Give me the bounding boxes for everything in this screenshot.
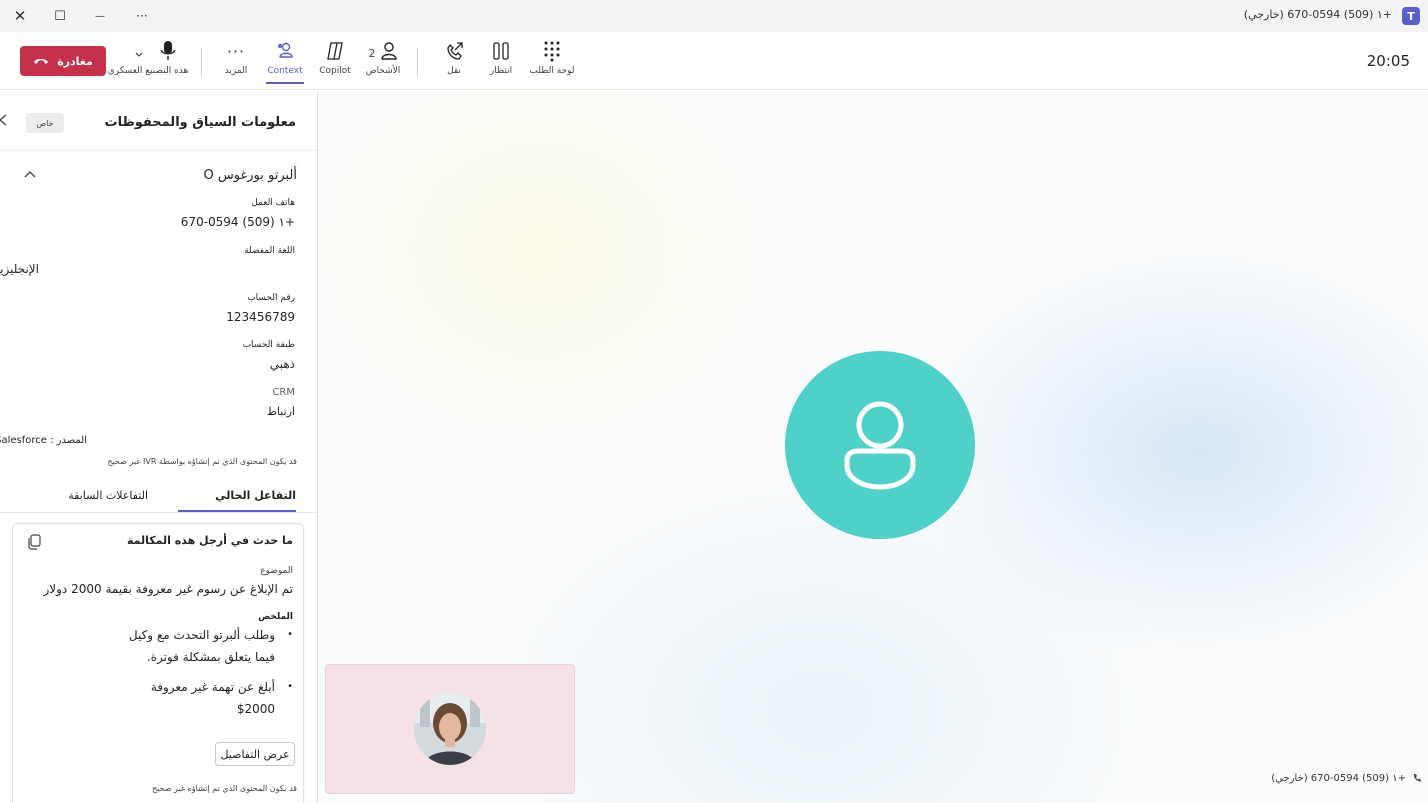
- account-number-value: 123456789: [226, 310, 295, 324]
- microphone-icon: [160, 41, 176, 60]
- teams-app-icon: T: [1402, 7, 1420, 25]
- source-value: المصدر : Salesforce: [0, 435, 87, 446]
- window-title: +١ (509) 670-0594 (خارجي): [1243, 8, 1392, 21]
- tab-previous-interactions[interactable]: التفاعلات السابقة: [68, 489, 148, 502]
- minimize-icon: —: [95, 10, 105, 22]
- call-timer: 20:05: [1366, 52, 1410, 70]
- caller-avatar: [785, 351, 975, 539]
- context-person-icon: [278, 42, 293, 58]
- summary-label: الملخص: [258, 612, 293, 622]
- subject-label: الموضوع: [260, 566, 293, 576]
- active-tab-indicator: [178, 510, 296, 512]
- work-phone-value[interactable]: +١ (509) 670-0594: [181, 215, 295, 229]
- toolbar-divider: [201, 48, 202, 76]
- panel-header: معلومات السياق والمحفوظات خاص: [0, 91, 317, 151]
- work-phone-label: هاتف العمل: [251, 198, 295, 208]
- transfer-call-icon: [447, 42, 463, 60]
- person-icon: [844, 401, 916, 490]
- leave-label: مغادرة: [57, 54, 93, 68]
- chevron-up-icon[interactable]: [24, 167, 36, 182]
- leave-call-button[interactable]: مغادرة: [20, 46, 106, 76]
- private-badge[interactable]: خاص: [26, 113, 64, 133]
- self-video-tile[interactable]: [325, 664, 575, 794]
- account-tier-value: ذهبي: [269, 357, 295, 371]
- subject-value: تم الإبلاغ عن رسوم غير معروفة بقيمة 2000…: [43, 582, 293, 596]
- interaction-tabs: التفاعل الحالي التفاعلات السابقة: [0, 479, 317, 513]
- more-icon: ···: [226, 41, 246, 61]
- summary-bullet: أبلغ عن تهمة غير معروفة $2000: [151, 676, 293, 720]
- summary-bullet: وطلب ألبرتو التحدث مع وكيل فيما يتعلق بم…: [129, 624, 293, 668]
- caller-caption: +١ (509) 670-0594 (خارجي): [1271, 773, 1406, 784]
- account-number-label: رقم الحساب: [247, 293, 295, 303]
- close-window-button[interactable]: ✕: [0, 0, 40, 32]
- crm-label: CRM: [272, 387, 295, 398]
- hold-button[interactable]: انتظار: [484, 38, 518, 84]
- language-label: اللغة المفضلة: [244, 246, 295, 256]
- maximize-window-button[interactable]: ☐: [40, 0, 80, 32]
- copy-icon[interactable]: [27, 534, 41, 554]
- microphone-button[interactable]: هذه التصنيع العسكري: [108, 38, 188, 84]
- title-bar: ✕ ☐ — ··· +١ (509) 670-0594 (خارجي) T: [0, 0, 1428, 32]
- maximize-icon: ☐: [54, 8, 66, 24]
- people-icon: [380, 42, 397, 60]
- minimize-window-button[interactable]: —: [80, 0, 120, 32]
- dialpad-icon: [544, 41, 560, 62]
- people-count: 2: [368, 46, 376, 60]
- panel-title: معلومات السياق والمحفوظات: [104, 115, 296, 130]
- call-toolbar: مغادرة هذه التصنيع العسكري ··· المزيد Co…: [0, 32, 1428, 90]
- transfer-button[interactable]: نقل: [436, 38, 472, 84]
- crm-link[interactable]: ارتباط: [267, 405, 295, 418]
- dialpad-button[interactable]: لوحة الطلب: [529, 38, 575, 84]
- context-button[interactable]: Context: [266, 38, 304, 84]
- close-icon: ✕: [13, 7, 27, 25]
- toolbar-divider: [417, 48, 418, 76]
- ai-disclaimer: قد يكون المحتوى الذي تم إنشاؤه غير صحيح: [151, 784, 297, 793]
- phone-hangup-icon: [34, 59, 49, 64]
- account-tier-label: طبقة الحساب: [242, 340, 295, 350]
- chevron-down-icon: [135, 52, 143, 57]
- tab-current-interaction[interactable]: التفاعل الحالي: [215, 489, 296, 502]
- pause-icon: [493, 42, 509, 60]
- view-details-button[interactable]: عرض التفاصيل: [215, 742, 295, 766]
- copilot-icon: [327, 42, 343, 60]
- phone-icon: [1412, 773, 1422, 786]
- call-stage: +١ (509) 670-0594 (خارجي): [319, 91, 1428, 803]
- card-title: ما حدث في أرجل هذه المكالمة: [126, 534, 293, 547]
- panel-close-icon[interactable]: [0, 111, 8, 130]
- more-button[interactable]: ··· المزيد: [218, 38, 254, 84]
- people-button[interactable]: 2 الأشخاص: [364, 38, 402, 84]
- self-avatar: [414, 693, 486, 765]
- language-value: الإنجليزية: [0, 262, 39, 276]
- context-panel: معلومات السياق والمحفوظات خاص ألبرتو بور…: [0, 91, 318, 803]
- more-icon: ···: [136, 9, 148, 23]
- window-more-button[interactable]: ···: [122, 0, 162, 32]
- call-summary-card: ما حدث في أرجل هذه المكالمة الموضوع تم ا…: [12, 523, 304, 803]
- ivr-disclaimer: قد يكون المحتوى الذي تم إنشاؤه بواسطة IV…: [107, 457, 297, 466]
- copilot-button[interactable]: Copilot: [318, 38, 352, 84]
- contact-name: ألبرتو بورغوس O: [203, 168, 298, 183]
